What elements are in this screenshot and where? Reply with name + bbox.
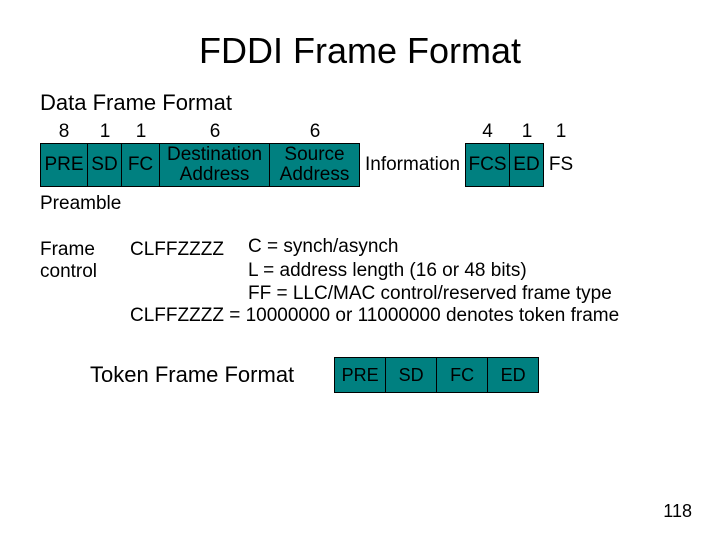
frame-control-defs: C = synch/asynch L = address length (16 …: [248, 235, 612, 306]
frame-control-long: CLFFZZZZ = 10000000 or 11000000 denotes …: [130, 305, 680, 327]
frame-width: 6: [160, 122, 270, 143]
frame-cell-ed: ED: [510, 143, 544, 187]
slide: FDDI Frame Format Data Frame Format 8 1 …: [0, 0, 720, 540]
frame-control-label-line: control: [40, 261, 130, 283]
frame-cell-sa: Source Address: [270, 143, 360, 187]
frame-width: 1: [544, 122, 578, 143]
token-frame-label: Token Frame Format: [90, 362, 294, 388]
frame-cell-fc: FC: [122, 143, 160, 187]
frame-cell-da: Destination Address: [160, 143, 270, 187]
page-number: 118: [663, 501, 692, 522]
frame-control-block: Frame control CLFFZZZZ C = synch/asynch …: [40, 235, 680, 306]
token-cell-pre: PRE: [334, 357, 386, 393]
frame-control-def: FF = LLC/MAC control/reserved frame type: [248, 282, 612, 306]
preamble-label: Preamble: [40, 193, 680, 215]
frame-width: 6: [270, 122, 360, 143]
frame-control-def: C = synch/asynch: [248, 235, 612, 259]
frame-cell-fcs: FCS: [465, 143, 510, 187]
frame-cell-pre: PRE: [40, 143, 88, 187]
frame-width-row: 8 1 1 6 6 4 1 1: [40, 122, 680, 143]
token-cell-ed: ED: [488, 357, 539, 393]
frame-width: [360, 122, 465, 143]
data-frame-label: Data Frame Format: [40, 90, 680, 116]
token-row: Token Frame Format PRE SD FC ED: [40, 357, 680, 393]
token-cells: PRE SD FC ED: [334, 357, 539, 393]
frame-control-label-line: Frame: [40, 239, 130, 261]
token-cell-sd: SD: [386, 357, 437, 393]
frame-control-def: L = address length (16 or 48 bits): [248, 259, 612, 283]
frame-control-code: CLFFZZZZ: [130, 235, 248, 261]
frame-width: 4: [465, 122, 510, 143]
frame-width: 1: [510, 122, 544, 143]
frame-cell-fs: FS: [544, 143, 578, 187]
frame-cell-info: Information: [360, 143, 465, 187]
slide-title: FDDI Frame Format: [40, 30, 680, 72]
frame-width: 1: [122, 122, 160, 143]
token-cell-fc: FC: [437, 357, 488, 393]
frame-width: 8: [40, 122, 88, 143]
frame-cell-sd: SD: [88, 143, 122, 187]
frame-control-label: Frame control: [40, 235, 130, 283]
frame-width: 1: [88, 122, 122, 143]
frame-cells-row: PRE SD FC Destination Address Source Add…: [40, 143, 680, 187]
